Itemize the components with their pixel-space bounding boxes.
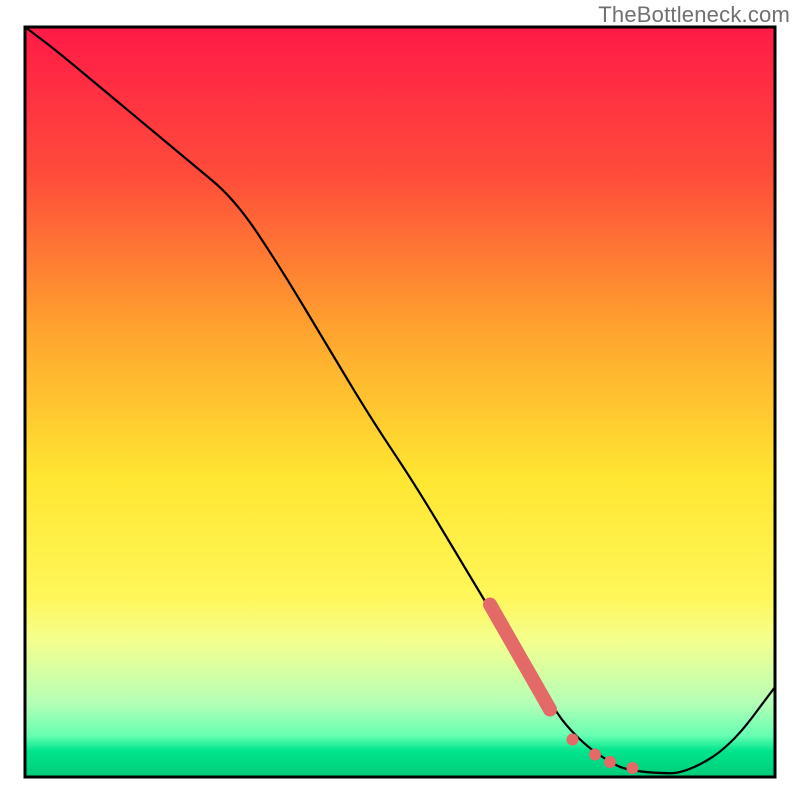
bottleneck-chart: TheBottleneck.com — [0, 0, 800, 800]
chart-svg — [0, 0, 800, 800]
plot-background — [25, 27, 775, 777]
highlight-dot — [627, 762, 639, 774]
highlight-dot — [567, 734, 579, 746]
watermark-text: TheBottleneck.com — [598, 2, 790, 28]
highlight-dot — [589, 749, 601, 761]
highlight-dot — [604, 756, 616, 768]
